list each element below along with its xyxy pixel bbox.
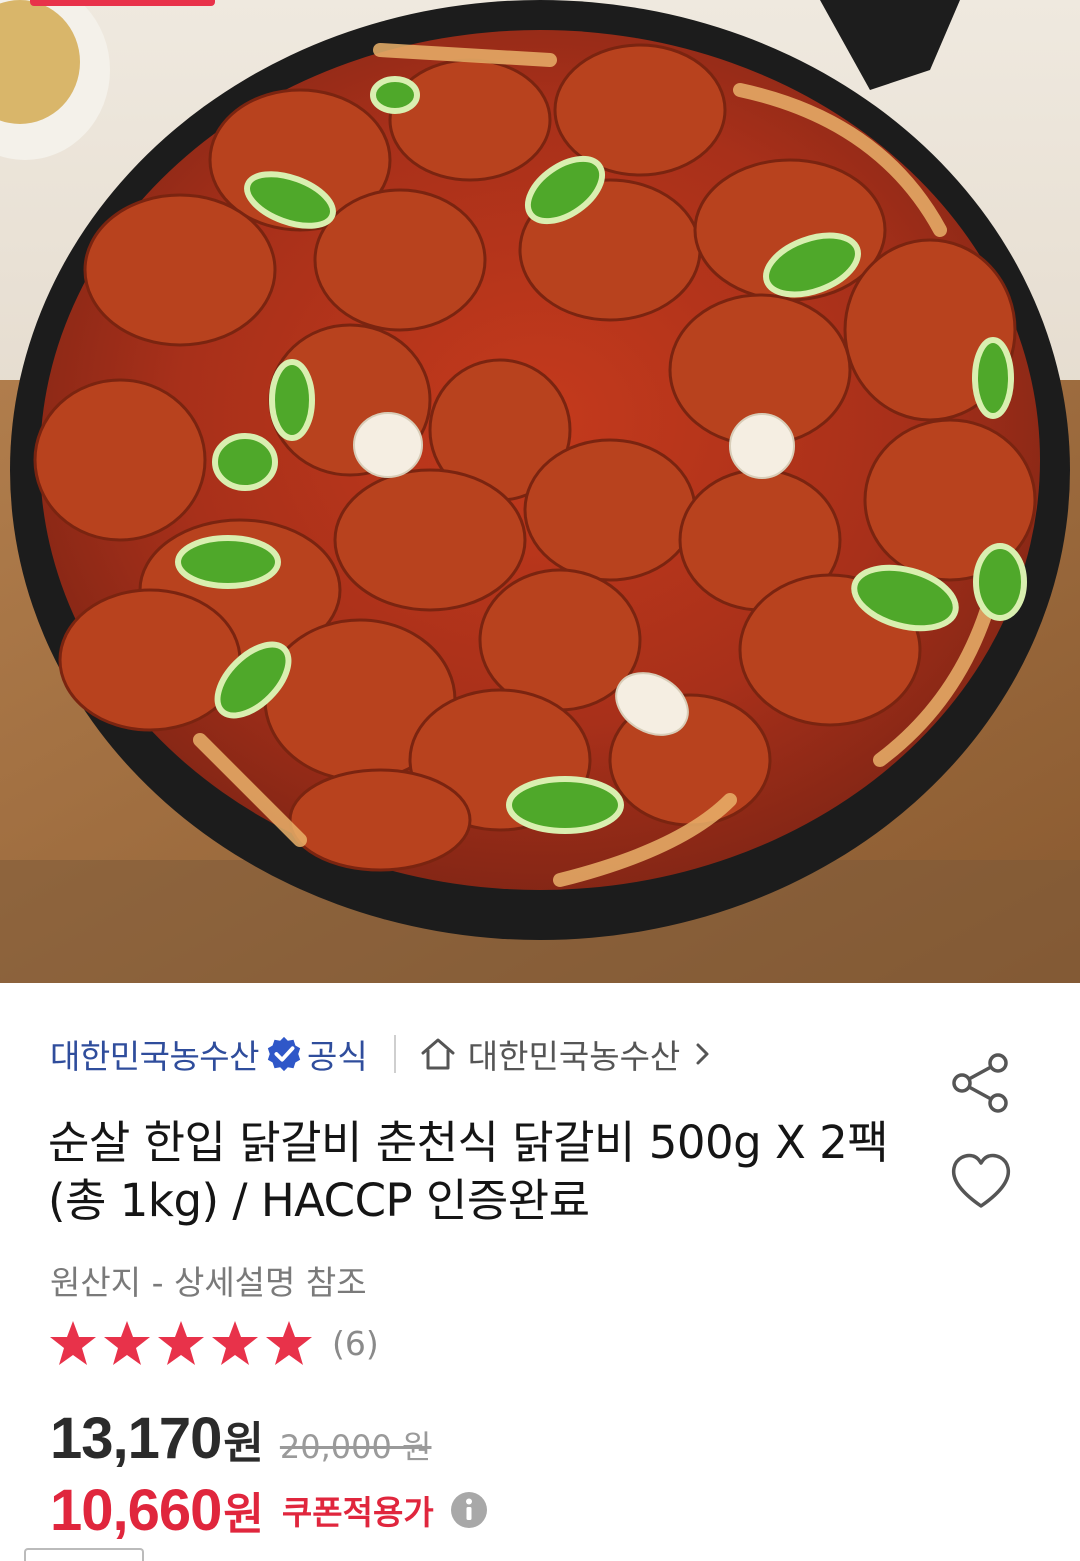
bottom-tab[interactable] [24,1548,144,1561]
official-label: 공식 [307,1037,368,1076]
rating-row[interactable]: (6) [48,1318,379,1368]
divider [393,1035,396,1073]
product-title: 순살 한입 닭갈비 춘천식 닭갈비 500g X 2팩 (총 1kg) / HA… [48,1116,889,1227]
product-photo [0,0,1080,983]
verified-badge-icon [267,1036,301,1072]
share-icon[interactable] [948,1050,1014,1116]
seller-name[interactable]: 대한민국농수산 [50,1030,260,1078]
chevron-right-icon[interactable] [694,1041,712,1067]
sale-price: 13,170 [50,1406,222,1471]
coupon-price: 10,660 [50,1477,222,1543]
product-image[interactable] [0,0,1080,983]
star-icon [158,1321,204,1365]
star-icon [212,1321,258,1365]
price-row: 13,170 원 20,000 원 [50,1405,432,1471]
info-icon[interactable] [450,1491,488,1529]
price-unit: 원 [223,1418,264,1469]
star-icon [104,1321,150,1365]
star-icon [50,1321,96,1365]
star-icon [266,1321,312,1365]
seller-row: 대한민국농수산 공식 대한민국농수산 [50,1032,712,1076]
coupon-row: 10,660 원 쿠폰적용가 [50,1477,488,1543]
heart-icon[interactable] [948,1150,1014,1212]
top-badge [30,0,215,6]
original-price: 20,000 원 [279,1428,432,1466]
store-link[interactable]: 대한민국농수산 [468,1030,681,1078]
review-count[interactable]: (6) [332,1324,379,1363]
coupon-label: 쿠폰적용가 [281,1493,434,1532]
product-origin: 원산지 - 상세설명 참조 [50,1263,367,1302]
coupon-price-unit: 원 [223,1489,264,1540]
home-icon[interactable] [418,1034,458,1074]
